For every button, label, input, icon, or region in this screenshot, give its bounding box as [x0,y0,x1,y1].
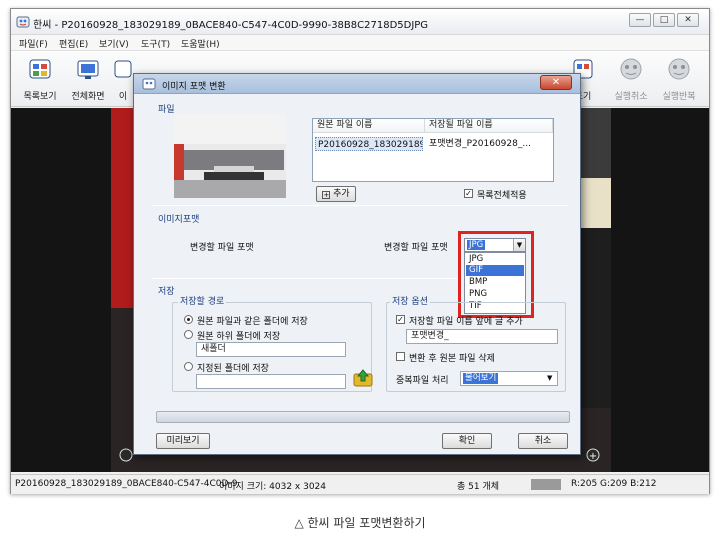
file-row-original[interactable]: P20160928_183029189... [315,137,423,151]
preview-button[interactable]: 미리보기 [156,433,210,449]
apply-all-label: 목록전체적용 [477,191,527,201]
save-section-label: 저장 [158,287,175,297]
dialog-title: 이미지 포맷 변환 [162,82,226,92]
radio-subfolder-label: 원본 하위 폴더에 저장 [197,332,281,342]
column-saved-name[interactable]: 저장될 파일 이름 [425,119,553,133]
radio-same-folder[interactable] [184,315,193,324]
dialog-app-icon [142,78,156,90]
save-options-label: 저장 옵션 [390,294,430,307]
menu-edit[interactable]: 편집(E) [59,37,88,50]
file-section-label: 파일 [158,105,175,115]
format-left-label: 변경할 파일 포맷 [190,243,254,253]
delete-original-checkbox[interactable] [396,352,405,361]
fullscreen-button[interactable]: 전체화면 [65,56,111,102]
file-list-table[interactable]: 원본 파일 이름 저장될 파일 이름 P20160928_183029189..… [312,118,554,182]
image-format-dialog: 이미지 포맷 변환 ✕ 파일 원본 파일 이름 저장될 파일 이름 P20160… [133,73,581,455]
image-label: 이 [118,92,128,102]
menu-file[interactable]: 파일(F) [19,37,48,50]
app-icon [16,16,30,28]
title-bar: 한씨 - P20160928_183029189_0BACE840-C547-4… [11,9,709,35]
progress-bar [156,411,570,423]
duplicate-selected-value: 물어보기 [463,373,499,384]
delete-original-label: 변환 후 원본 파일 삭제 [409,354,495,364]
divider [152,278,458,279]
prefix-checkbox[interactable]: ✓ [396,315,405,324]
figure-caption: △ 한씨 파일 포맷변환하기 [294,516,426,530]
status-image-size: 이미지 크기: 4032 x 3024 [219,482,327,492]
window-title: 한씨 - P20160928_183029189_0BACE840-C547-4… [33,20,429,31]
apply-all-checkbox[interactable]: ✓ [464,189,473,198]
redo-icon [668,58,690,80]
undo-button[interactable]: 실행취소 [609,56,653,102]
path-group-label: 저장할 경로 [178,294,227,307]
format-right-label: 변경할 파일 포맷 [384,243,448,253]
undo-icon [620,58,642,80]
duplicate-label: 중복파일 처리 [396,376,449,386]
image-button[interactable]: 이 [113,56,133,102]
cancel-button[interactable]: 취소 [518,433,568,449]
duplicate-select[interactable]: 물어보기 ▼ [460,371,558,386]
radio-custom-folder[interactable] [184,362,193,371]
divider [152,205,568,206]
radio-custom-folder-label: 지정된 폴더에 저장 [197,364,269,374]
menu-help[interactable]: 도움말(H) [181,37,220,50]
minimize-button[interactable]: — [629,13,651,27]
radio-subfolder[interactable] [184,330,193,339]
add-file-label: 추가 [333,189,350,199]
dialog-title-bar: 이미지 포맷 변환 ✕ [134,74,580,94]
main-window: 한씨 - P20160928_183029189_0BACE840-C547-4… [10,8,710,494]
status-color-value: R:205 G:209 B:212 [571,479,657,489]
maximize-button[interactable]: □ [653,13,675,27]
menu-tools[interactable]: 도구(T) [141,37,170,50]
format-section-label: 이미지포맷 [158,215,200,225]
status-filename: P20160928_183029189_0BACE840-C547-4C0D-9 [15,479,238,489]
status-bar: P20160928_183029189_0BACE840-C547-4C0D-9… [11,474,709,494]
close-button[interactable]: ✕ [677,13,699,27]
list-view-icon [29,59,51,79]
dialog-close-button[interactable]: ✕ [540,75,572,90]
image-icon [114,60,132,78]
prefix-text-input[interactable]: 포맷변경_ [406,329,558,344]
svg-text:+: + [589,451,597,462]
undo-label: 실행취소 [614,92,648,102]
prefix-checkbox-label: 저장할 파일 이름 앞에 글 추가 [409,317,523,327]
fullscreen-icon [77,60,99,79]
file-row-saved[interactable]: 포맷변경_P20160928_... [427,137,551,151]
ok-button[interactable]: 확인 [442,433,492,449]
custom-folder-input[interactable] [196,374,346,389]
column-original-name[interactable]: 원본 파일 이름 [313,119,425,133]
chevron-down-icon[interactable]: ▼ [547,373,552,384]
redo-button[interactable]: 실행반복 [657,56,701,102]
preview-thumbnail [174,114,286,198]
menu-bar: 파일(F) 편집(E) 보기(V) 도구(T) 도움말(H) [11,35,709,51]
list-view-button[interactable]: 목록보기 [17,56,63,102]
menu-view[interactable]: 보기(V) [99,37,129,50]
list-view-label: 목록보기 [23,92,57,102]
subfolder-name-input[interactable]: 새폴더 [196,342,346,357]
add-file-button[interactable]: + 추가 [316,186,356,202]
plus-icon: + [322,191,331,199]
folder-browse-icon[interactable] [352,368,374,388]
status-count: 총 51 개체 [457,482,500,492]
radio-same-folder-label: 원본 파일과 같은 폴더에 저장 [197,317,308,327]
redo-label: 실행반복 [662,92,696,102]
fullscreen-label: 전체화면 [71,92,105,102]
status-color-swatch [531,479,561,490]
